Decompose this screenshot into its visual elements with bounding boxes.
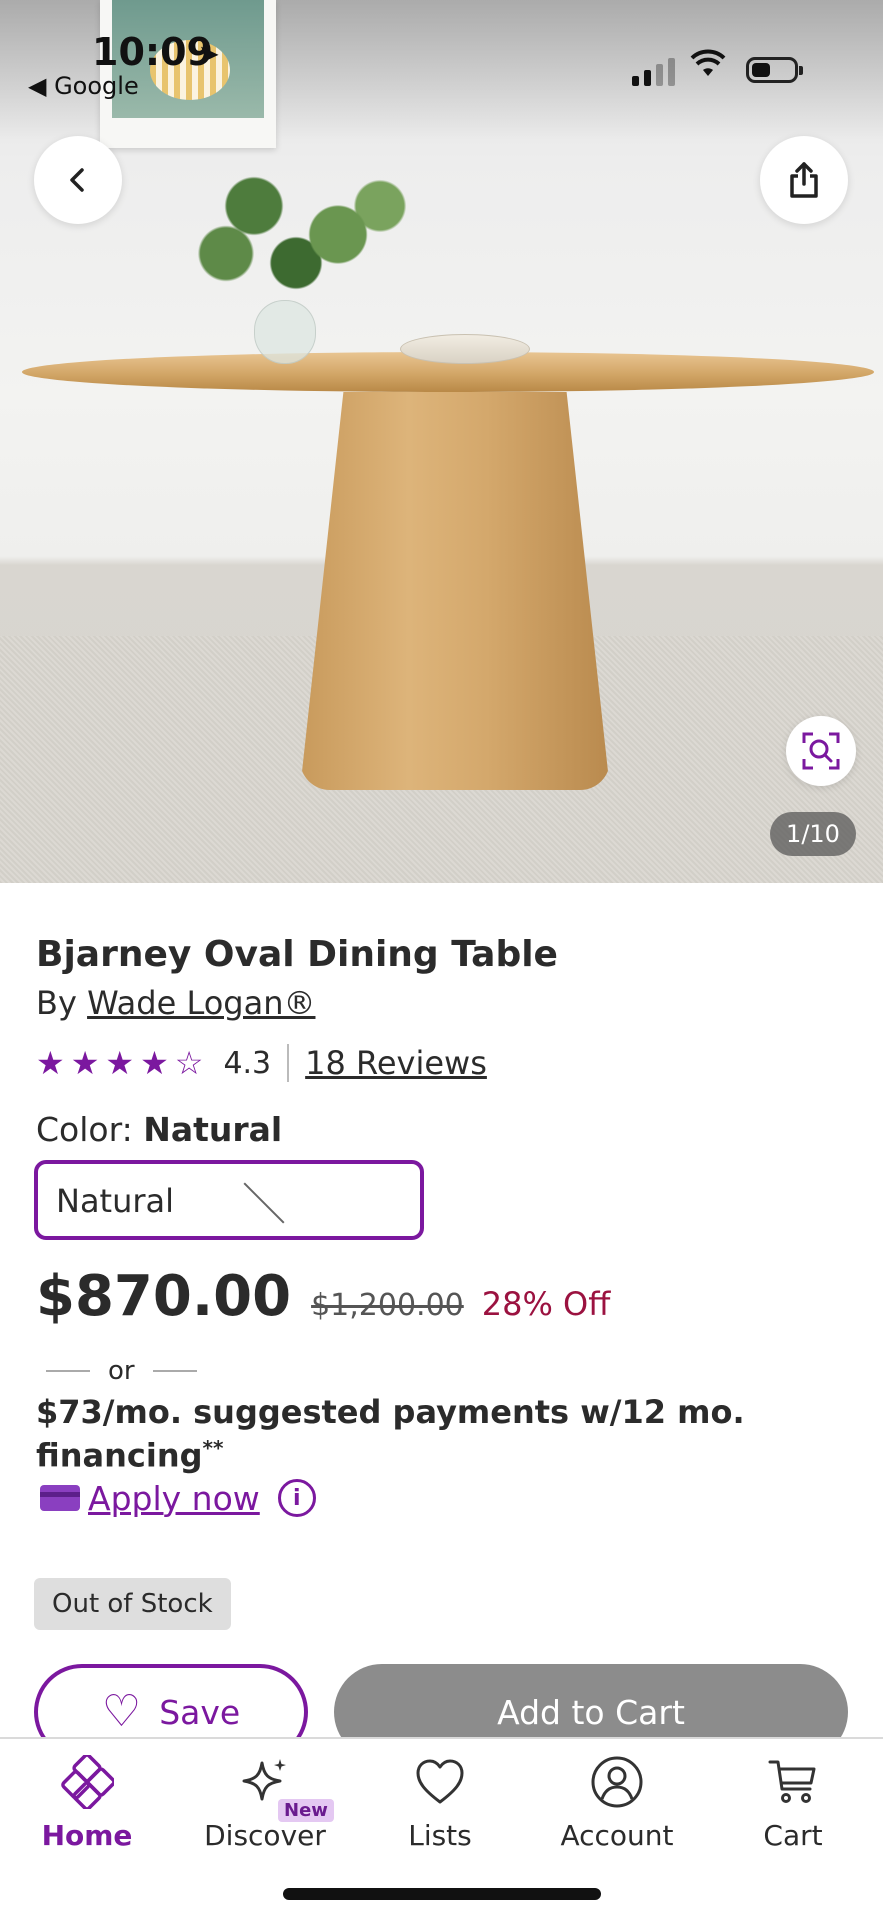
sale-price: $870.00 xyxy=(36,1264,292,1329)
no-swatch-icon xyxy=(243,1182,285,1224)
apply-now-link[interactable]: Apply now xyxy=(88,1479,260,1518)
save-button-label: Save xyxy=(159,1692,241,1732)
nav-item-lists[interactable]: Lists xyxy=(365,1751,515,1852)
reviews-link[interactable]: 18 Reviews xyxy=(305,1044,487,1082)
nav-label: Lists xyxy=(408,1819,472,1852)
zoom-search-icon xyxy=(802,732,840,770)
brand-link[interactable]: Wade Logan® xyxy=(87,984,315,1022)
nav-label: Home xyxy=(41,1819,133,1852)
divider xyxy=(287,1044,290,1082)
financing-text: $73/mo. suggested payments w/12 mo. fina… xyxy=(36,1394,796,1474)
nav-label: Discover xyxy=(204,1819,326,1852)
vase xyxy=(254,300,316,364)
product-image[interactable] xyxy=(0,0,883,883)
table-pedestal xyxy=(300,392,610,790)
color-label: Color: Natural xyxy=(36,1110,282,1149)
original-price: $1,200.00 xyxy=(311,1288,464,1323)
back-to-app-link[interactable]: ◀ Google xyxy=(28,72,139,100)
color-value: Natural xyxy=(143,1110,283,1149)
back-button[interactable] xyxy=(34,136,122,224)
heart-icon xyxy=(416,1759,464,1804)
or-divider: or xyxy=(46,1356,197,1386)
cart-icon xyxy=(768,1760,816,1803)
credit-card-icon xyxy=(40,1485,80,1511)
home-indicator[interactable] xyxy=(283,1888,601,1900)
rating-value: 4.3 xyxy=(223,1045,272,1081)
star-filled-icon: ★ xyxy=(70,1044,100,1082)
price-row: $870.00 $1,200.00 28% Off xyxy=(36,1264,610,1329)
star-filled-icon: ★ xyxy=(140,1044,169,1082)
chevron-left-icon xyxy=(70,168,84,192)
cellular-signal-icon xyxy=(632,58,675,86)
wifi-icon xyxy=(690,48,726,88)
plates xyxy=(400,334,530,364)
heart-icon: ♡ xyxy=(101,1686,142,1737)
status-bar: 10:09 ➤ ◀ Google xyxy=(0,0,883,110)
nav-label: Cart xyxy=(763,1819,823,1852)
rating-row: ★ ★ ★ ★ ☆ 4.3 18 Reviews xyxy=(36,1040,487,1086)
zoom-image-button[interactable] xyxy=(786,716,856,786)
star-filled-icon: ★ xyxy=(36,1044,65,1082)
home-icon xyxy=(61,1755,114,1809)
new-badge: New xyxy=(278,1799,334,1822)
location-arrow-icon: ➤ xyxy=(198,40,220,70)
account-icon xyxy=(591,1756,643,1808)
color-option-label: Natural xyxy=(56,1182,175,1220)
nav-item-cart[interactable]: Cart xyxy=(718,1751,868,1852)
discount-label: 28% Off xyxy=(481,1285,611,1323)
nav-label: Account xyxy=(560,1819,674,1852)
financing-footnote-mark: ** xyxy=(202,1436,224,1460)
stock-status-badge: Out of Stock xyxy=(34,1578,231,1630)
color-label-text: Color: xyxy=(36,1110,133,1149)
nav-item-discover[interactable]: New Discover xyxy=(190,1751,340,1852)
battery-icon xyxy=(746,57,803,83)
greenery xyxy=(170,130,450,320)
nav-item-account[interactable]: Account xyxy=(542,1751,692,1852)
star-filled-icon: ★ xyxy=(105,1044,135,1082)
share-icon xyxy=(790,162,818,198)
product-title: Bjarney Oval Dining Table xyxy=(36,934,558,975)
color-option-natural[interactable]: Natural xyxy=(34,1160,424,1240)
nav-item-home[interactable]: Home xyxy=(12,1751,162,1852)
financing-copy: $73/mo. suggested payments w/12 mo. fina… xyxy=(36,1393,745,1475)
brand-prefix: By xyxy=(36,984,77,1022)
apply-row: Apply now i xyxy=(40,1474,316,1522)
status-time: 10:09 xyxy=(92,30,213,74)
info-icon[interactable]: i xyxy=(277,1479,316,1517)
star-rating: ★ ★ ★ ★ ☆ xyxy=(36,1047,203,1079)
image-counter: 1/10 xyxy=(770,812,856,856)
product-brand: By Wade Logan® xyxy=(36,984,315,1022)
or-text: or xyxy=(108,1356,135,1386)
share-button[interactable] xyxy=(760,136,848,224)
star-empty-icon: ☆ xyxy=(174,1044,204,1082)
